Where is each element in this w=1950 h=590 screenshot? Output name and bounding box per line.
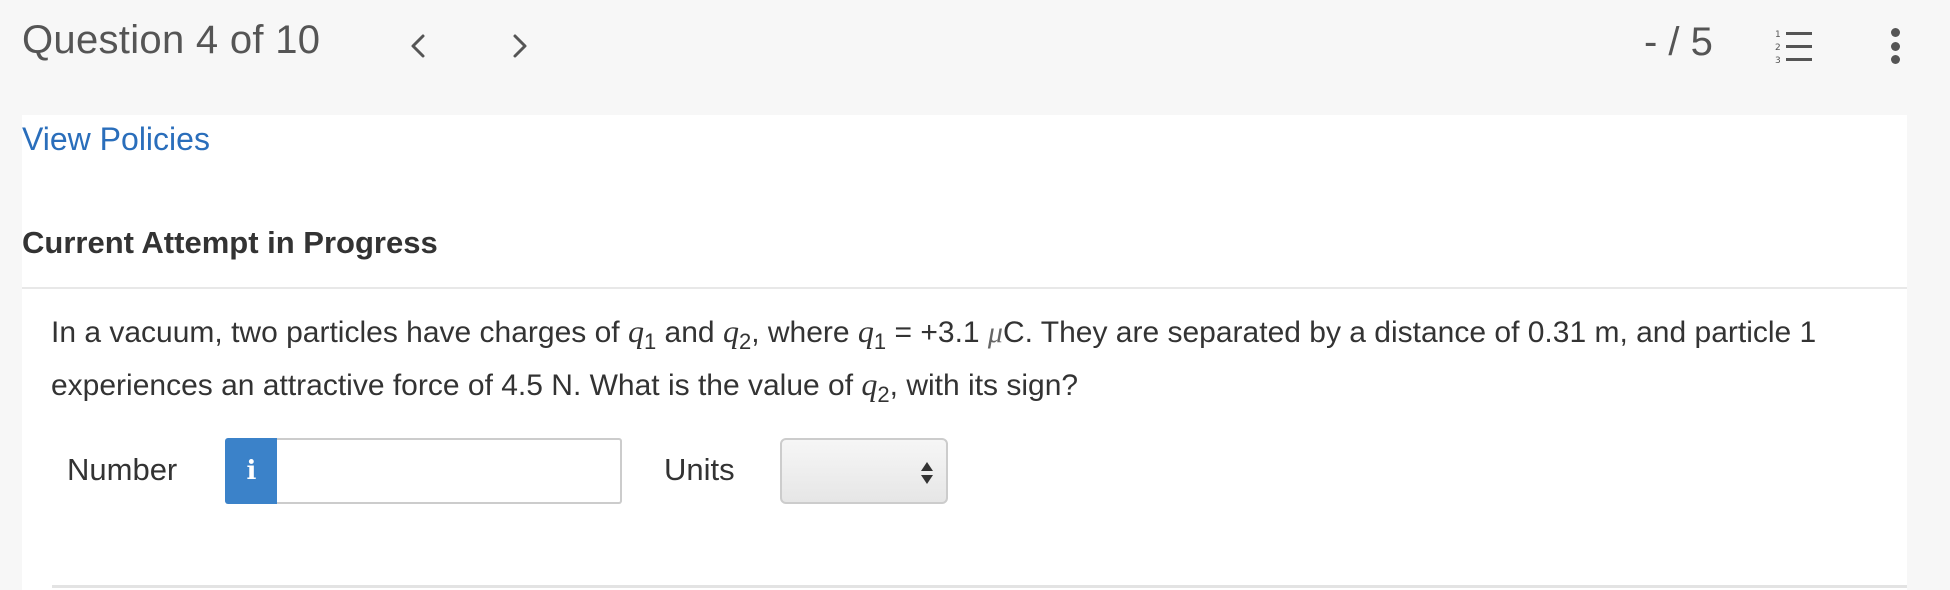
numbered-list-icon: 1 2 3: [1775, 30, 1812, 66]
question-panel: View Policies Current Attempt in Progres…: [22, 115, 1907, 590]
units-label: Units: [664, 452, 735, 487]
bottom-divider: [52, 585, 1907, 588]
question-counter: Question 4 of 10: [22, 18, 321, 62]
units-select[interactable]: [780, 438, 948, 504]
score-display: - / 5: [1644, 20, 1713, 64]
select-arrows-icon: [921, 462, 933, 484]
svg-text:1: 1: [1775, 30, 1781, 40]
more-vertical-icon: [1890, 28, 1900, 37]
more-options-button[interactable]: [1880, 24, 1910, 68]
chevron-right-icon: [513, 34, 527, 58]
top-bar: Question 4 of 10 - / 5 1 2 3: [0, 0, 1950, 115]
divider: [22, 287, 1907, 289]
view-policies-link[interactable]: View Policies: [22, 121, 210, 158]
question-text: In a vacuum, two particles have charges …: [51, 313, 1817, 407]
previous-question-button[interactable]: [398, 22, 438, 70]
number-label: Number: [67, 452, 178, 487]
number-input[interactable]: [277, 438, 622, 504]
question-list-button[interactable]: 1 2 3: [1772, 26, 1816, 66]
next-question-button[interactable]: [500, 22, 540, 70]
svg-text:2: 2: [1775, 43, 1781, 53]
attempt-heading: Current Attempt in Progress: [22, 225, 438, 260]
chevron-left-icon: [411, 34, 425, 58]
info-icon: i: [246, 456, 257, 486]
info-button[interactable]: i: [225, 438, 278, 504]
svg-text:3: 3: [1775, 56, 1781, 66]
